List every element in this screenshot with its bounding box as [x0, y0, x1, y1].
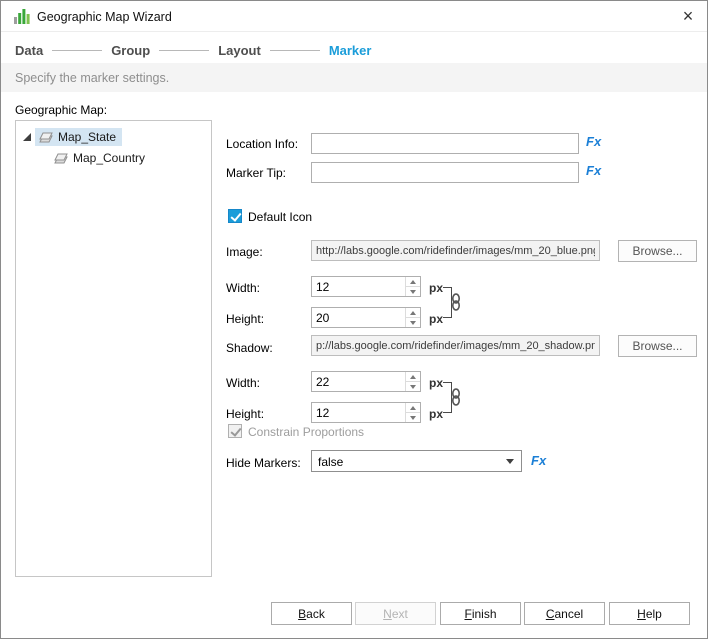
spinner-up-button[interactable] — [406, 372, 420, 381]
step-layout[interactable]: Layout — [218, 43, 261, 58]
constrain-proportions-label: Constrain Proportions — [248, 425, 364, 439]
spinner-down-button[interactable] — [406, 381, 420, 391]
close-icon: × — [683, 6, 694, 27]
image-width-input[interactable] — [312, 277, 404, 296]
spinner-down-button[interactable] — [406, 286, 420, 296]
location-info-input[interactable] — [311, 133, 579, 154]
spinner-up-button[interactable] — [406, 308, 420, 317]
spinner-up-button[interactable] — [406, 403, 420, 412]
shadow-width-input[interactable] — [312, 372, 404, 391]
map-node-icon — [38, 130, 54, 144]
title-bar: Geographic Map Wizard × — [1, 1, 707, 32]
tree-item-label: Map_State — [58, 130, 116, 144]
image-url-input[interactable] — [311, 240, 600, 261]
cancel-label: Cancel — [525, 607, 604, 621]
step-group[interactable]: Group — [111, 43, 150, 58]
tree-selection-highlight: Map_State — [35, 128, 122, 146]
shadow-width-spinner — [311, 371, 421, 392]
spinner-down-button[interactable] — [406, 317, 420, 327]
marker-tip-label: Marker Tip: — [226, 166, 286, 180]
spinner-arrows — [405, 403, 420, 422]
window-title: Geographic Map Wizard — [37, 10, 172, 24]
location-info-fx-button[interactable]: Fx — [586, 134, 601, 149]
step-connector — [159, 50, 209, 51]
marker-tip-input[interactable] — [311, 162, 579, 183]
image-height-label: Height: — [226, 312, 264, 326]
hide-markers-label: Hide Markers: — [226, 456, 301, 470]
shadow-browse-button[interactable]: Browse... — [618, 335, 697, 357]
tree-item-map-country[interactable]: Map_Country — [16, 148, 211, 168]
step-connector — [52, 50, 102, 51]
tree-expander-icon[interactable] — [23, 133, 31, 141]
dropdown-arrow-icon — [506, 459, 514, 464]
back-label: Back — [272, 607, 351, 621]
finish-label: Finish — [441, 607, 520, 621]
shadow-url-input[interactable] — [311, 335, 600, 356]
finish-button[interactable]: Finish — [440, 602, 521, 625]
app-logo-icon — [13, 8, 30, 25]
step-connector — [270, 50, 320, 51]
spinner-arrows — [405, 308, 420, 327]
shadow-width-label: Width: — [226, 376, 260, 390]
cancel-button[interactable]: Cancel — [524, 602, 605, 625]
subtitle-band: Specify the marker settings. — [1, 63, 707, 92]
close-button[interactable]: × — [675, 4, 701, 28]
image-browse-button[interactable]: Browse... — [618, 240, 697, 262]
back-button[interactable]: Back — [271, 602, 352, 625]
default-icon-checkbox[interactable] — [228, 209, 242, 223]
hide-markers-value: false — [318, 455, 343, 469]
image-height-spinner — [311, 307, 421, 328]
help-button[interactable]: Help — [609, 602, 690, 625]
default-icon-label: Default Icon — [248, 210, 312, 224]
help-label: Help — [610, 607, 689, 621]
location-info-label: Location Info: — [226, 137, 298, 151]
marker-tip-fx-button[interactable]: Fx — [586, 163, 601, 178]
tree-item-map-state[interactable]: Map_State — [16, 127, 211, 147]
spinner-down-button[interactable] — [406, 412, 420, 422]
unit-px-label: px — [429, 312, 443, 326]
shadow-height-spinner — [311, 402, 421, 423]
next-button: Next — [355, 602, 436, 625]
spinner-arrows — [405, 277, 420, 296]
next-label: Next — [356, 607, 435, 621]
map-tree-panel: Map_State Map_Country — [15, 120, 212, 577]
step-data[interactable]: Data — [15, 43, 43, 58]
tree-item-label: Map_Country — [73, 151, 145, 165]
shadow-label: Shadow: — [226, 341, 273, 355]
constrain-proportions-checkbox — [228, 424, 242, 438]
unit-px-label: px — [429, 281, 443, 295]
image-height-input[interactable] — [312, 308, 404, 327]
hide-markers-fx-button[interactable]: Fx — [531, 453, 546, 468]
spinner-arrows — [405, 372, 420, 391]
spinner-up-button[interactable] — [406, 277, 420, 286]
step-marker[interactable]: Marker — [329, 43, 372, 58]
hide-markers-dropdown[interactable]: false — [311, 450, 522, 472]
chain-link-icon — [449, 293, 463, 311]
chain-link-icon — [449, 388, 463, 406]
unit-px-label: px — [429, 407, 443, 421]
shadow-height-input[interactable] — [312, 403, 404, 422]
image-label: Image: — [226, 245, 263, 259]
wizard-subtitle: Specify the marker settings. — [15, 71, 169, 85]
geographic-map-wizard-dialog: Geographic Map Wizard × Data Group Layou… — [0, 0, 708, 639]
shadow-height-label: Height: — [226, 407, 264, 421]
wizard-steps: Data Group Layout Marker — [15, 41, 371, 59]
image-width-label: Width: — [226, 281, 260, 295]
map-node-icon — [53, 151, 69, 165]
image-width-spinner — [311, 276, 421, 297]
browse-label: Browse... — [632, 339, 682, 353]
browse-label: Browse... — [632, 244, 682, 258]
geographic-map-label: Geographic Map: — [15, 103, 107, 117]
unit-px-label: px — [429, 376, 443, 390]
